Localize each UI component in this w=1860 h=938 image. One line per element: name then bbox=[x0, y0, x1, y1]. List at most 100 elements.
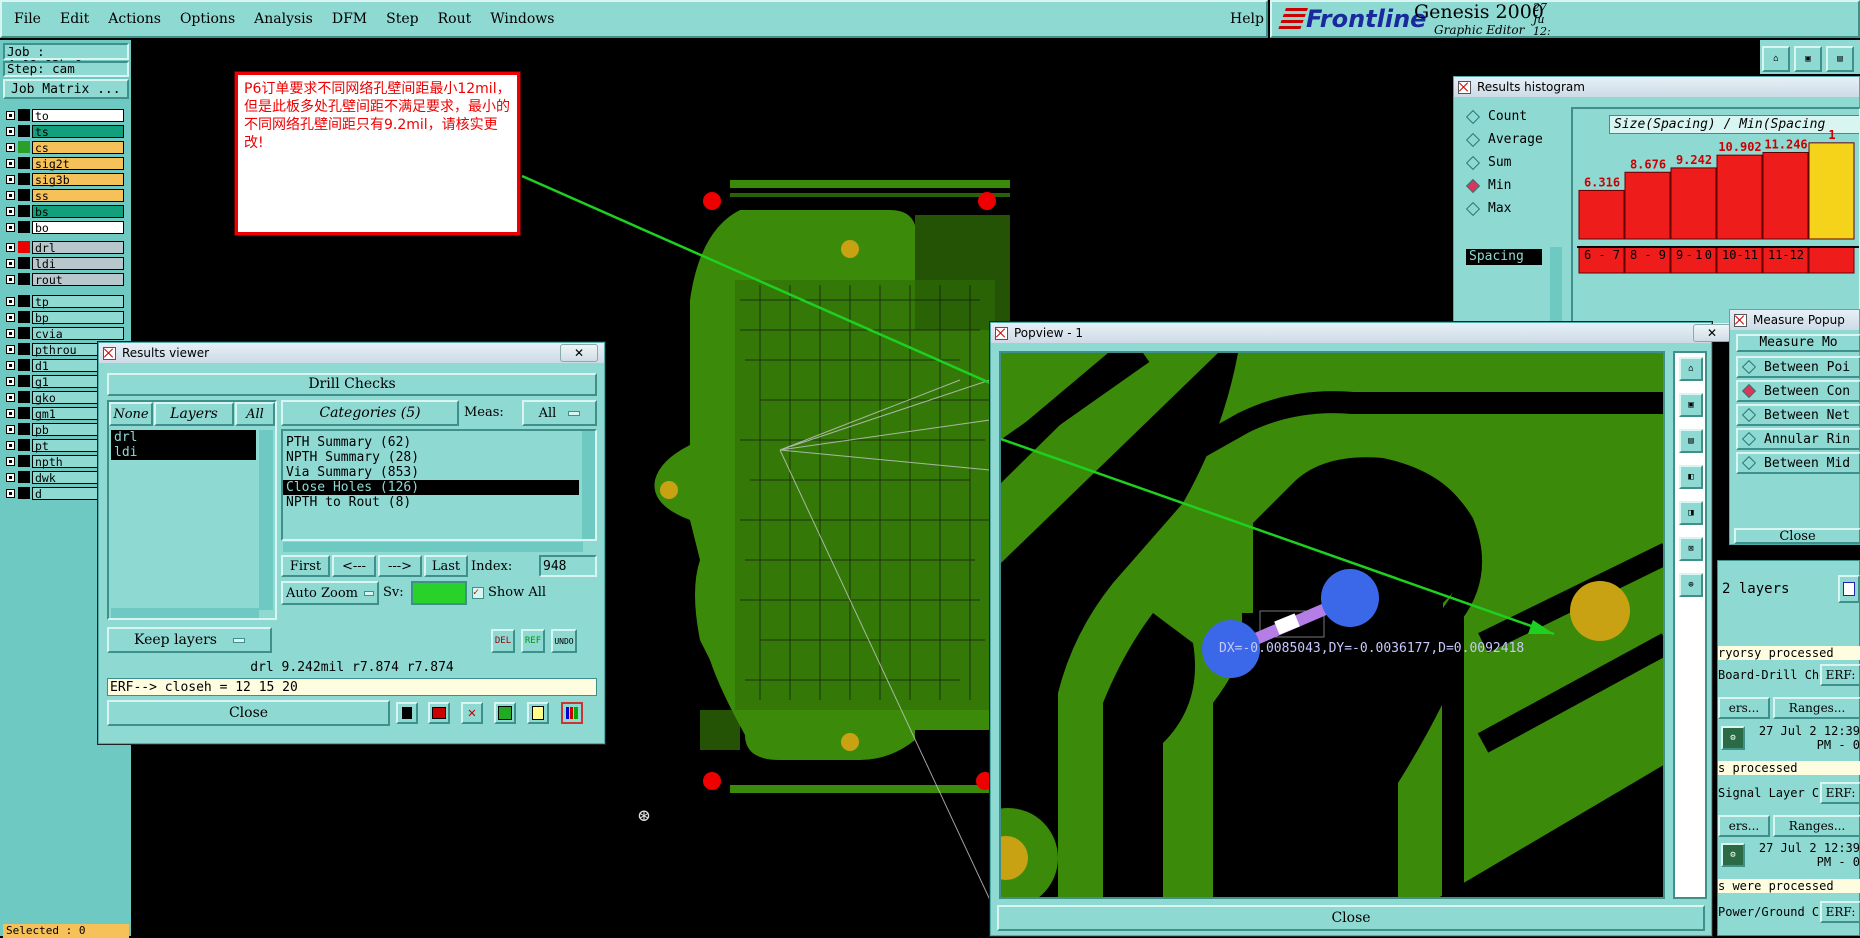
layer-color-swatch[interactable] bbox=[18, 343, 30, 355]
prev-button[interactable]: <--- bbox=[332, 555, 376, 577]
layer-checkbox[interactable] bbox=[6, 206, 15, 216]
menu-step[interactable]: Step bbox=[386, 11, 418, 27]
layer-name[interactable]: bp bbox=[32, 310, 124, 324]
layer-row-drl[interactable]: drl bbox=[6, 240, 124, 254]
none-button[interactable]: None bbox=[109, 402, 153, 426]
layer-color-swatch[interactable] bbox=[18, 471, 30, 483]
layer-checkbox[interactable] bbox=[6, 376, 15, 386]
layer-checkbox[interactable] bbox=[6, 258, 15, 268]
zoom-in-icon[interactable]: ▣ bbox=[1679, 393, 1703, 417]
histogram-bar[interactable] bbox=[1808, 142, 1855, 240]
layer-name[interactable]: cvia bbox=[32, 326, 124, 340]
layer-color-swatch[interactable] bbox=[18, 487, 30, 499]
layer-checkbox[interactable] bbox=[6, 158, 15, 168]
layer-checkbox[interactable] bbox=[6, 456, 15, 466]
results-viewer-close-icon[interactable]: ✕ bbox=[560, 344, 598, 362]
layer-checkbox[interactable] bbox=[6, 274, 15, 284]
histogram-range-cell[interactable] bbox=[1808, 246, 1855, 274]
histogram-bar[interactable] bbox=[1716, 154, 1763, 240]
histogram-bar[interactable] bbox=[1762, 151, 1809, 240]
layer-color-swatch[interactable] bbox=[18, 273, 30, 285]
layers-button-1[interactable]: ers... bbox=[1718, 697, 1770, 719]
layer-color-swatch[interactable] bbox=[18, 221, 30, 233]
menu-windows[interactable]: Windows bbox=[490, 11, 554, 27]
layer-checkbox[interactable] bbox=[6, 344, 15, 354]
layers-vscrollbar[interactable] bbox=[259, 430, 273, 610]
layer-checkbox[interactable] bbox=[6, 296, 15, 306]
layer-row-bo[interactable]: bo bbox=[6, 220, 124, 234]
layer-checkbox[interactable] bbox=[6, 392, 15, 402]
layer-checkbox[interactable] bbox=[6, 142, 15, 152]
display-tool-icon[interactable] bbox=[428, 702, 450, 724]
layer-checkbox[interactable] bbox=[6, 242, 15, 252]
layer-row-bp[interactable]: bp bbox=[6, 310, 124, 324]
keep-layers-dropdown[interactable]: Keep layers bbox=[107, 627, 272, 653]
layer-name[interactable]: sig2t bbox=[32, 156, 124, 170]
histogram-titlebar[interactable]: Results histogram bbox=[1454, 77, 1859, 97]
layer-checkbox[interactable] bbox=[6, 110, 15, 120]
histogram-bar[interactable] bbox=[1624, 171, 1671, 240]
ranges-button-2[interactable]: Ranges... bbox=[1773, 815, 1860, 837]
layer-color-swatch[interactable] bbox=[18, 375, 30, 387]
layers-hscrollbar[interactable] bbox=[111, 608, 259, 618]
layer-checkbox[interactable] bbox=[6, 472, 15, 482]
zoom-out-icon[interactable]: ▤ bbox=[1679, 429, 1703, 453]
layer-name[interactable]: bs bbox=[32, 204, 124, 218]
category-item[interactable]: NPTH to Rout (8) bbox=[283, 495, 595, 510]
layer-checkbox[interactable] bbox=[6, 312, 15, 322]
last-button[interactable]: Last bbox=[424, 555, 468, 577]
layer-row-sig2t[interactable]: sig2t bbox=[6, 156, 124, 170]
zoom-window-icon[interactable]: ▣ bbox=[1794, 46, 1822, 72]
menu-actions[interactable]: Actions bbox=[108, 11, 161, 27]
cancel-tool-icon[interactable]: ✕ bbox=[461, 702, 483, 724]
layer-color-swatch[interactable] bbox=[18, 327, 30, 339]
layer-row-cvia[interactable]: cvia bbox=[6, 326, 124, 340]
layer-name[interactable]: ldi bbox=[32, 256, 124, 270]
ref-button[interactable]: REF bbox=[521, 629, 545, 653]
layer-row-ldi[interactable]: ldi bbox=[6, 256, 124, 270]
pan-icon[interactable]: ▤ bbox=[1826, 46, 1854, 72]
layer-checkbox[interactable] bbox=[6, 424, 15, 434]
measure-option[interactable]: Between Con bbox=[1736, 380, 1860, 402]
histogram-tool-icon[interactable] bbox=[561, 702, 583, 724]
meas-dropdown[interactable]: All bbox=[522, 400, 597, 426]
layer-color-swatch[interactable] bbox=[18, 407, 30, 419]
next-button[interactable]: ---> bbox=[378, 555, 422, 577]
menu-help[interactable]: Help bbox=[1230, 11, 1264, 27]
layer-name[interactable]: cs bbox=[32, 140, 124, 154]
histogram-bar[interactable] bbox=[1670, 167, 1717, 240]
layer-color-swatch[interactable] bbox=[18, 141, 30, 153]
layer-color-swatch[interactable] bbox=[18, 311, 30, 323]
layer-name[interactable]: sig3b bbox=[32, 172, 124, 186]
zoom-home-icon[interactable]: ⌂ bbox=[1679, 357, 1703, 381]
layers-color-icon[interactable] bbox=[1838, 575, 1860, 603]
report-tool-icon[interactable] bbox=[396, 702, 418, 724]
erf-button-2[interactable]: ERF: bbox=[1820, 782, 1860, 804]
layers-button-2[interactable]: ers... bbox=[1718, 815, 1770, 837]
layer-checkbox[interactable] bbox=[6, 408, 15, 418]
first-button[interactable]: First bbox=[281, 555, 330, 577]
layer-checkbox[interactable] bbox=[6, 440, 15, 450]
layer-checkbox[interactable] bbox=[6, 328, 15, 338]
categories-hscrollbar[interactable] bbox=[283, 542, 583, 552]
layer-checkbox[interactable] bbox=[6, 360, 15, 370]
layer-name[interactable]: ts bbox=[32, 124, 124, 138]
menu-file[interactable]: File bbox=[14, 11, 41, 27]
layer-row-sig3b[interactable]: sig3b bbox=[6, 172, 124, 186]
layer-color-swatch[interactable] bbox=[18, 205, 30, 217]
layer-color-swatch[interactable] bbox=[18, 109, 30, 121]
menu-dfm[interactable]: DFM bbox=[332, 11, 367, 27]
layer-color-swatch[interactable] bbox=[18, 157, 30, 169]
layer-name[interactable]: ss bbox=[32, 188, 124, 202]
layer-color-swatch[interactable] bbox=[18, 125, 30, 137]
histogram-bar[interactable] bbox=[1578, 189, 1625, 240]
layer-checkbox[interactable] bbox=[6, 488, 15, 498]
layer-color-swatch[interactable] bbox=[18, 455, 30, 467]
layer-row-bs[interactable]: bs bbox=[6, 204, 124, 218]
undo-button[interactable]: UNDO bbox=[551, 629, 577, 653]
layer-result-item[interactable]: drl bbox=[111, 430, 256, 445]
categories-button[interactable]: Categories (5) bbox=[281, 400, 459, 426]
category-item[interactable]: PTH Summary (62) bbox=[283, 435, 595, 450]
layer-checkbox[interactable] bbox=[6, 190, 15, 200]
layer-checkbox[interactable] bbox=[6, 222, 15, 232]
